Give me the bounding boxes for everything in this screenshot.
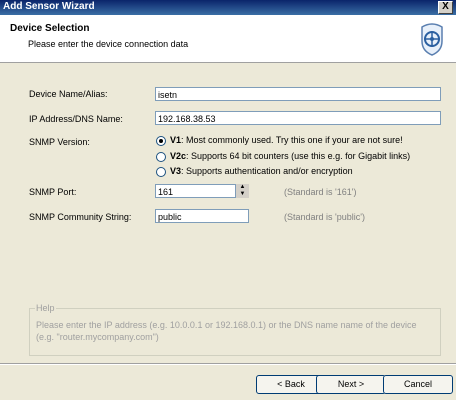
snmp-v2c-text: : Supports 64 bit counters (use this e.g… [186, 151, 411, 161]
title-bar: Add Sensor Wizard X [0, 0, 456, 15]
port-spinner[interactable]: ▲ ▼ [235, 184, 249, 198]
cancel-button[interactable]: Cancel [383, 375, 453, 394]
spin-down-icon[interactable]: ▼ [236, 191, 249, 198]
snmp-v2c-key: V2c [170, 151, 187, 161]
community-string-label: SNMP Community String: [29, 212, 132, 222]
next-button[interactable]: Next > [316, 375, 386, 394]
snmp-v3-radio[interactable]: V3: Supports authentication and/or encry… [156, 166, 353, 177]
snmp-v3-text: : Supports authentication and/or encrypt… [181, 166, 353, 176]
snmp-port-label: SNMP Port: [29, 187, 77, 197]
snmp-v3-key: V3 [170, 166, 182, 176]
snmp-v2c-radio[interactable]: V2c: Supports 64 bit counters (use this … [156, 151, 410, 162]
device-name-label: Device Name/Alias: [29, 89, 108, 99]
snmp-v1-text: : Most commonly used. Try this one if yo… [181, 135, 403, 145]
help-label: Help [35, 303, 56, 313]
community-string-field[interactable]: public [155, 209, 249, 223]
device-name-field[interactable]: isetn [155, 87, 441, 101]
wizard-header: Device Selection Please enter the device… [0, 15, 456, 63]
sensor-wizard-icon [421, 23, 443, 56]
header-title: Device Selection [10, 23, 90, 34]
help-text: Please enter the IP address (e.g. 10.0.0… [36, 320, 417, 342]
community-string-hint: (Standard is 'public') [284, 212, 365, 222]
radio-selected-icon [156, 135, 166, 146]
add-sensor-wizard-window: Add Sensor Wizard X Device Selection Ple… [0, 0, 456, 400]
radio-unselected-icon [156, 166, 166, 177]
window-title: Add Sensor Wizard [3, 1, 95, 12]
close-button[interactable]: X [438, 1, 453, 14]
snmp-version-label: SNMP Version: [29, 137, 90, 147]
help-group: Help Please enter the IP address (e.g. 1… [29, 303, 441, 356]
ip-address-field[interactable]: 192.168.38.53 [155, 111, 441, 125]
header-subtitle: Please enter the device connection data [28, 39, 189, 49]
footer-divider [0, 363, 456, 365]
ip-address-label: IP Address/DNS Name: [29, 114, 123, 124]
snmp-v1-radio[interactable]: V1: Most commonly used. Try this one if … [156, 135, 403, 146]
radio-unselected-icon [156, 151, 166, 162]
spin-up-icon[interactable]: ▲ [236, 184, 249, 191]
snmp-port-hint: (Standard is '161') [284, 187, 357, 197]
snmp-v1-key: V1 [170, 135, 182, 145]
